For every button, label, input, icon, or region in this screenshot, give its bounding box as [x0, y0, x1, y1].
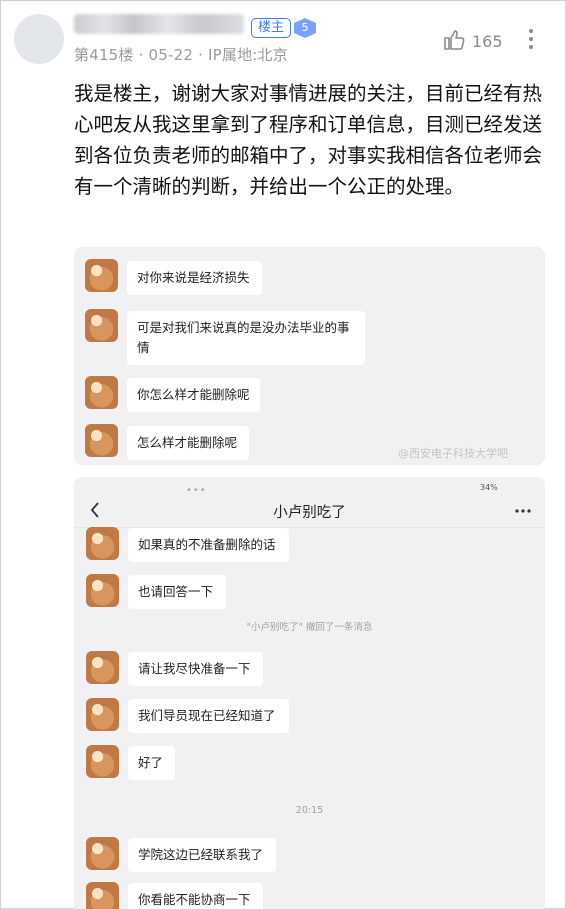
- chat-avatar: [85, 424, 118, 457]
- avatar[interactable]: [14, 14, 64, 64]
- timestamp: 20:15: [295, 805, 324, 816]
- chat-bubble: 也请回答一下: [128, 575, 226, 609]
- chat-bubble: 可是对我们来说真的是没办法毕业的事情: [127, 311, 365, 365]
- chat-bubble: 对你来说是经济损失: [127, 261, 262, 295]
- chat-avatar: [86, 527, 119, 560]
- chat-bubble: 如果真的不准备删除的话: [128, 528, 289, 562]
- chat-title: 小卢别吃了: [273, 505, 346, 521]
- chat-screenshot-1[interactable]: 对你来说是经济损失 可是对我们来说真的是没办法毕业的事情 你怎么样才能删除呢 怎…: [74, 247, 545, 465]
- chat-bubble: 怎么样才能删除呢: [127, 426, 249, 460]
- chat-avatar: [86, 574, 119, 607]
- chat-bubble: 学院这边已经联系我了: [128, 838, 276, 872]
- thumbs-up-icon[interactable]: [442, 28, 466, 52]
- chat-avatar: [86, 651, 119, 684]
- battery-level: 34%: [480, 483, 498, 492]
- chat-avatar: [85, 259, 118, 292]
- post-meta: 第415楼 · 05-22 · IP属地:北京: [74, 46, 288, 64]
- watermark: @西安电子科技大学吧: [398, 447, 508, 460]
- recall-notice: "小卢别吃了" 撤回了一条消息: [246, 622, 373, 633]
- chat-bubble: 请让我尽快准备一下: [128, 652, 263, 686]
- multitask-dots-icon: •••: [186, 485, 207, 496]
- blurred-username[interactable]: [74, 14, 244, 34]
- chat-avatar: [86, 837, 119, 870]
- chat-avatar: [86, 882, 119, 909]
- owner-badge: 楼主: [251, 18, 292, 38]
- chat-avatar: [86, 745, 119, 778]
- chat-bubble: 你怎么样才能删除呢: [127, 378, 260, 412]
- chat-avatar: [85, 376, 118, 409]
- chat-avatar: [85, 309, 118, 342]
- chat-menu-icon[interactable]: [515, 509, 531, 513]
- chat-avatar: [86, 698, 119, 731]
- chat-bubble: 我们导员现在已经知道了: [128, 699, 289, 733]
- status-bar: 34%: [480, 483, 498, 492]
- like-count: 165: [472, 32, 503, 51]
- chat-bubble: 好了: [128, 746, 175, 780]
- post-body-text: 我是楼主，谢谢大家对事情进展的关注，目前已经有热心吧友从我这里拿到了程序和订单信…: [74, 82, 543, 198]
- chat-screenshot-2[interactable]: ••• 34% 小卢别吃了 如果真的不准备删除的话 也请回答一下 "小卢别吃了"…: [74, 477, 545, 909]
- chat-bubble: 你看能不能协商一下: [128, 883, 263, 909]
- more-options-icon[interactable]: [528, 28, 534, 50]
